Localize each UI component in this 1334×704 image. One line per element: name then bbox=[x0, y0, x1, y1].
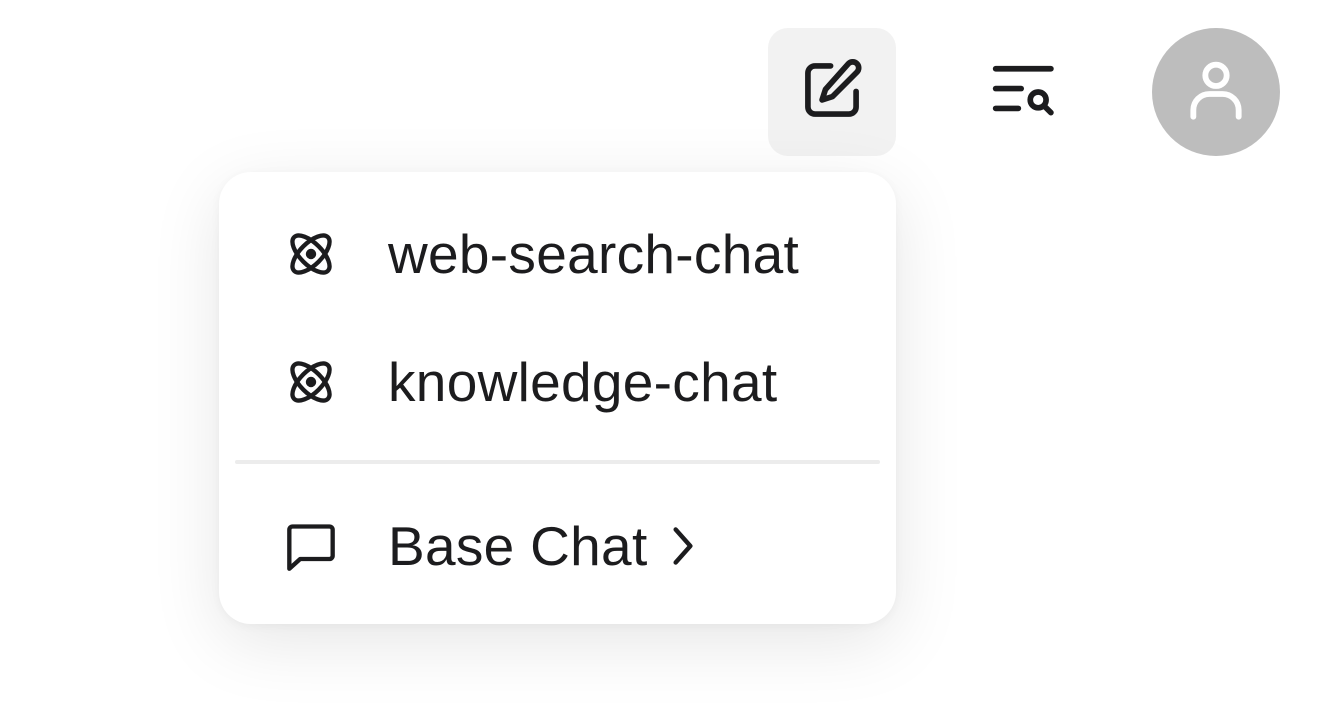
new-chat-button[interactable] bbox=[768, 28, 896, 156]
menu-item-knowledge-chat[interactable]: knowledge-chat bbox=[219, 332, 896, 432]
menu-item-web-search-chat[interactable]: web-search-chat bbox=[219, 204, 896, 304]
app-header-area: web-search-chat knowledge-chat Base Chat bbox=[0, 0, 1334, 704]
menu-item-label: web-search-chat bbox=[388, 222, 800, 285]
chevron-right-icon bbox=[666, 524, 700, 568]
menu-item-label: knowledge-chat bbox=[388, 350, 778, 413]
new-chat-menu: web-search-chat knowledge-chat Base Chat bbox=[219, 172, 896, 624]
menu-item-base-chat[interactable]: Base Chat bbox=[219, 496, 896, 596]
user-icon bbox=[1184, 58, 1248, 127]
menu-divider bbox=[235, 460, 880, 464]
list-search-icon bbox=[990, 56, 1058, 129]
user-avatar[interactable] bbox=[1152, 28, 1280, 156]
search-history-button[interactable] bbox=[960, 28, 1088, 156]
menu-item-label: Base Chat bbox=[388, 514, 648, 577]
edit-square-icon bbox=[798, 56, 866, 129]
atom-icon bbox=[285, 356, 337, 408]
message-square-icon bbox=[285, 520, 337, 572]
atom-icon bbox=[285, 228, 337, 280]
